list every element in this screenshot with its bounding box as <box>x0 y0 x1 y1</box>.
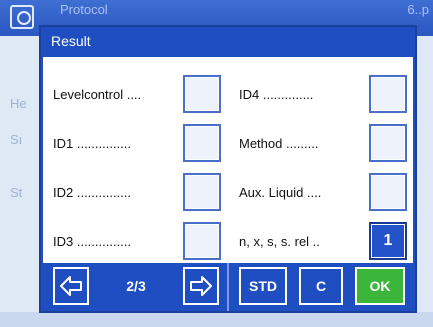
page-indicator: 2/3 <box>126 278 146 294</box>
background-title: Protocol <box>60 2 108 17</box>
id2-label: ID2 ............... <box>53 185 132 200</box>
id1-toggle[interactable] <box>183 124 221 162</box>
id3-toggle[interactable] <box>183 222 221 260</box>
background-label-2: Sı <box>10 132 23 147</box>
id4-label: ID4 .............. <box>239 87 314 102</box>
dialog-body: Levelcontrol .... ID1 ............... ID… <box>43 57 413 263</box>
background-bottom-bar <box>0 312 433 327</box>
statistics-label: n, x, s, s. rel .. <box>239 234 320 249</box>
arrow-left-icon <box>60 276 82 296</box>
background-title-right: 6..p <box>407 2 429 17</box>
footer-divider <box>227 263 229 311</box>
previous-page-button[interactable] <box>53 267 89 305</box>
dialog-title: Result <box>51 33 91 49</box>
arrow-right-icon <box>190 276 212 296</box>
ok-button[interactable]: OK <box>355 267 405 305</box>
background-label-3: St <box>10 185 23 200</box>
aux-liquid-toggle[interactable] <box>369 173 407 211</box>
levelcontrol-toggle[interactable] <box>183 75 221 113</box>
result-dialog: Result Levelcontrol .... ID1 ...........… <box>39 25 417 313</box>
next-page-button[interactable] <box>183 267 219 305</box>
statistics-toggle[interactable]: 1 <box>369 222 407 260</box>
id2-toggle[interactable] <box>183 173 221 211</box>
method-label: Method ......... <box>239 136 319 151</box>
clear-button[interactable]: C <box>299 267 343 305</box>
method-toggle[interactable] <box>369 124 407 162</box>
protocol-icon <box>10 5 34 29</box>
id1-label: ID1 ............... <box>53 136 132 151</box>
id3-label: ID3 ............... <box>53 234 132 249</box>
id4-toggle[interactable] <box>369 75 407 113</box>
levelcontrol-label: Levelcontrol .... <box>53 87 142 102</box>
aux-liquid-label: Aux. Liquid .... <box>239 185 322 200</box>
std-button[interactable]: STD <box>239 267 287 305</box>
background-label-1: He <box>10 96 27 111</box>
